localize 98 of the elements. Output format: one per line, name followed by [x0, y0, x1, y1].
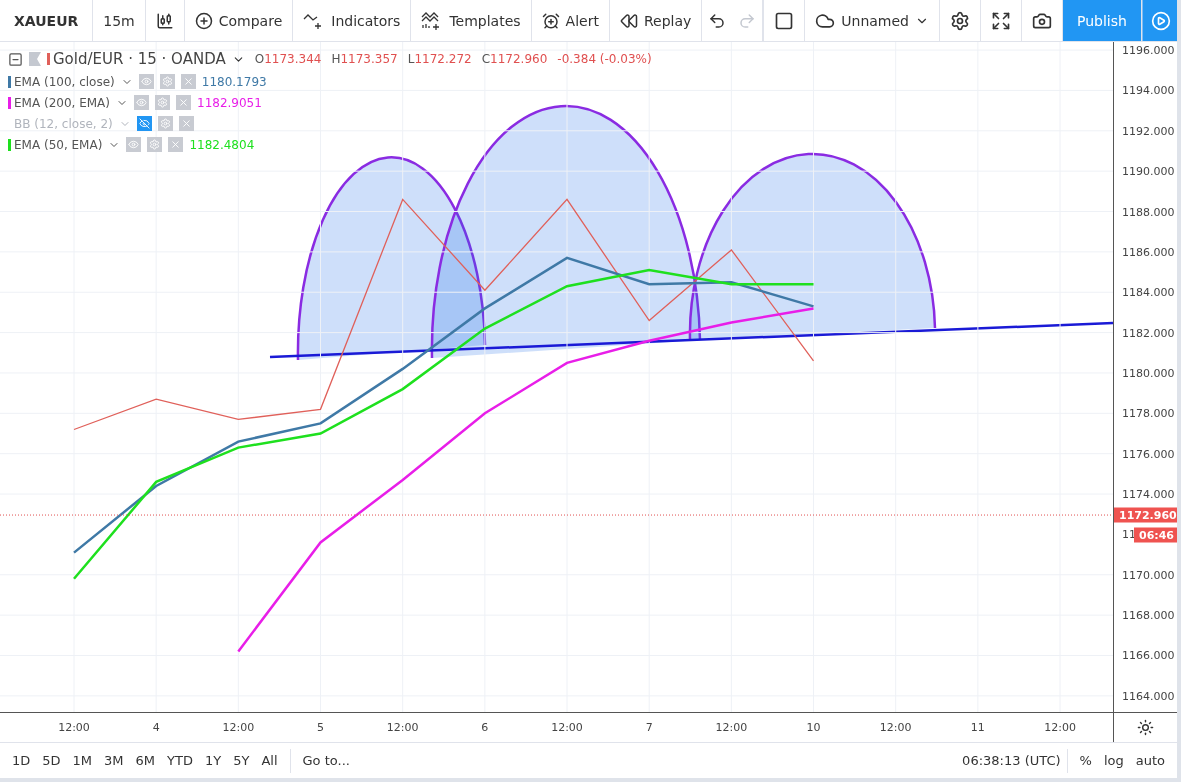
time-label: 12:00	[222, 721, 255, 734]
interval-button[interactable]: 15m	[93, 0, 146, 41]
flag-icon	[29, 52, 41, 66]
price-label: 1178.000	[1122, 406, 1175, 420]
candlestick-icon	[155, 11, 174, 30]
price-label: 1176.000	[1122, 447, 1175, 461]
symbol-button[interactable]: XAUEUR	[0, 0, 94, 41]
square-icon	[774, 10, 795, 31]
layout-button[interactable]: Unnamed	[805, 0, 940, 41]
close-icon[interactable]	[168, 137, 184, 152]
ohlc-label: H	[331, 52, 341, 66]
series-swatch	[8, 96, 11, 109]
price-label: 1180.000	[1122, 366, 1175, 380]
arc-drawing[interactable]	[430, 104, 702, 358]
eye-off-icon[interactable]	[136, 116, 152, 131]
range-button[interactable]: 6M	[129, 753, 162, 768]
range-button[interactable]: 5Y	[227, 753, 256, 768]
series-swatch	[8, 75, 11, 88]
indicator-name[interactable]: EMA (200, EMA)	[14, 95, 110, 110]
ohlc-value: 1173.344	[264, 52, 322, 66]
time-label: 6	[481, 721, 489, 734]
price-label: 1184.000	[1122, 285, 1175, 299]
time-label: 5	[317, 721, 324, 734]
price-label: 1182.000	[1122, 326, 1175, 340]
ohlc-label: L	[407, 52, 415, 66]
time-label: 4	[152, 721, 160, 734]
price-label: 11	[1122, 527, 1136, 541]
series-swatch	[47, 53, 50, 65]
ohlc-value: 1172.960	[490, 52, 548, 66]
ohlc-value: 1173.357	[340, 52, 398, 66]
price-label: 1186.000	[1122, 245, 1175, 259]
range-button[interactable]: 3M	[98, 753, 130, 768]
indicator-value: 1182.4804	[189, 137, 255, 152]
scale-option[interactable]: auto	[1129, 753, 1171, 768]
price-label: 1190.000	[1122, 164, 1175, 178]
symbol-title[interactable]: Gold/EUR · 15 · OANDA	[53, 50, 226, 68]
templates-button[interactable]: Templates	[411, 0, 532, 41]
clock: 06:38:13 (UTC)	[962, 753, 1061, 768]
time-label: 12:00	[58, 721, 90, 734]
alert-button[interactable]: Alert	[531, 0, 610, 41]
ohlc-value: 1172.272	[414, 52, 472, 66]
price-label: 1166.000	[1122, 649, 1175, 662]
time-label: 12:00	[551, 721, 583, 734]
trend-line[interactable]	[269, 321, 1113, 359]
series-swatch	[8, 138, 11, 151]
play-button[interactable]	[1141, 0, 1177, 41]
indicators-button[interactable]: Indicators	[293, 0, 412, 41]
plus-icon	[194, 11, 213, 30]
ohlc-label: C	[481, 52, 491, 66]
arc-drawing[interactable]	[688, 152, 937, 341]
range-button[interactable]: YTD	[161, 753, 199, 768]
redo-icon	[738, 11, 757, 30]
indicator-name[interactable]: EMA (100, close)	[14, 74, 115, 89]
last-price-tag: 1172.960	[1114, 507, 1177, 523]
close-icon[interactable]	[178, 116, 194, 131]
close-icon[interactable]	[180, 74, 196, 89]
time-label: 10	[806, 721, 821, 734]
indicator-value: 1180.1793	[201, 74, 267, 89]
range-button[interactable]: 1D	[6, 753, 37, 768]
replay-button[interactable]: Replay	[609, 0, 703, 41]
eye-icon[interactable]	[134, 95, 149, 110]
countdown-tag: 06:46	[1134, 527, 1177, 543]
go-to-button[interactable]: Go to...	[296, 753, 356, 768]
arc-drawing[interactable]	[296, 156, 487, 360]
price-label: 1170.000	[1122, 568, 1175, 582]
range-button[interactable]: 5D	[36, 753, 67, 768]
rewind-icon	[619, 11, 638, 30]
scale-option[interactable]: %	[1073, 753, 1098, 768]
indicator-value: 1182.9051	[197, 95, 262, 110]
time-label: 7	[645, 721, 653, 734]
time-label: 12:00	[879, 721, 912, 734]
collapse-icon[interactable]	[8, 51, 23, 67]
play-icon	[1150, 10, 1171, 31]
eye-icon[interactable]	[138, 74, 154, 89]
range-button[interactable]: 1M	[66, 753, 99, 768]
price-label: 1194.000	[1122, 83, 1175, 97]
expand-icon	[991, 10, 1011, 31]
price-label: 1174.000	[1122, 487, 1175, 501]
scale-option[interactable]: log	[1097, 753, 1130, 768]
indicator-name[interactable]: EMA (50, EMA)	[14, 137, 103, 152]
price-label: 1164.000	[1122, 689, 1175, 703]
range-button[interactable]: All	[255, 753, 284, 768]
range-button[interactable]: 1Y	[198, 753, 228, 768]
price-label: 1168.000	[1122, 608, 1175, 622]
close-icon[interactable]	[176, 95, 191, 110]
price-label: 1196.000	[1122, 43, 1175, 57]
time-label: 12:00	[386, 721, 419, 734]
time-label: 11	[970, 721, 985, 734]
ohlc-label: O	[254, 52, 265, 66]
time-label: 12:00	[715, 721, 748, 734]
price-change: -0.384 (-0.03%)	[557, 52, 652, 66]
price-label: 1188.000	[1122, 205, 1175, 218]
compare-button[interactable]: Compare	[184, 0, 294, 41]
time-label: 12:00	[1044, 721, 1076, 734]
eye-icon[interactable]	[126, 137, 142, 152]
alarm-clock-icon	[541, 11, 560, 30]
undo-icon	[708, 11, 727, 30]
price-label: 1192.000	[1122, 124, 1175, 138]
